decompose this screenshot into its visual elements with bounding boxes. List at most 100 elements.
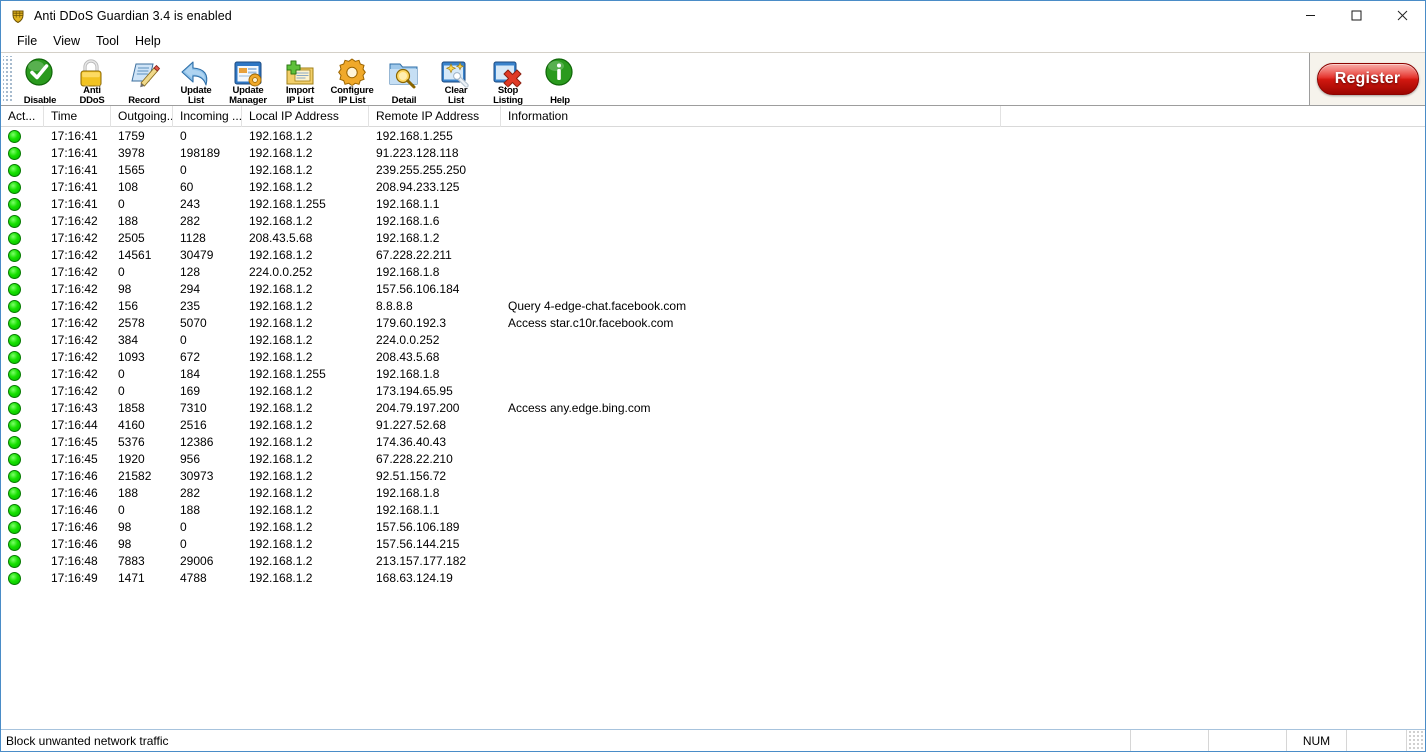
cell-time: 17:16:42	[51, 231, 98, 245]
cell-remote-ip: 91.227.52.68	[376, 418, 447, 432]
update-manager-button[interactable]: Update Manager	[222, 55, 274, 105]
table-row[interactable]: 17:16:41 1759 0 192.168.1.2 192.168.1.255	[1, 128, 1425, 145]
active-status-icon	[8, 164, 21, 177]
status-message: Block unwanted network traffic	[1, 730, 1131, 751]
cell-outgoing: 188	[118, 486, 139, 500]
table-row[interactable]: 17:16:41 108 60 192.168.1.2 208.94.233.125	[1, 179, 1425, 196]
green-info-circle-icon	[543, 57, 577, 91]
menu-item-file[interactable]: File	[9, 32, 45, 50]
column-header-incoming[interactable]: Incoming ...	[173, 106, 242, 127]
table-row[interactable]: 17:16:41 1565 0 192.168.1.2 239.255.255.250	[1, 162, 1425, 179]
detail-button[interactable]: Detail	[378, 55, 430, 105]
table-row[interactable]: 17:16:42 0 169 192.168.1.2 173.194.65.95	[1, 383, 1425, 400]
cell-incoming: 0	[180, 163, 187, 177]
menu-item-help[interactable]: Help	[127, 32, 169, 50]
resize-grip[interactable]	[1407, 730, 1425, 751]
cell-local-ip: 192.168.1.2	[249, 146, 313, 160]
cell-outgoing: 98	[118, 537, 132, 551]
table-row[interactable]: 17:16:41 0 243 192.168.1.255 192.168.1.1	[1, 196, 1425, 213]
cell-remote-ip: 213.157.177.182	[376, 554, 467, 568]
cell-remote-ip: 192.168.1.255	[376, 129, 453, 143]
cell-local-ip: 192.168.1.2	[249, 469, 313, 483]
table-row[interactable]: 17:16:42 2505 1128 208.43.5.68 192.168.1.2	[1, 230, 1425, 247]
toolbar-grip-handle[interactable]	[3, 56, 12, 102]
status-badge	[1, 283, 44, 296]
table-row[interactable]: 17:16:46 188 282 192.168.1.2 192.168.1.8	[1, 485, 1425, 502]
column-header-remote-ip[interactable]: Remote IP Address	[369, 106, 501, 127]
active-status-icon	[8, 181, 21, 194]
shield-icon	[10, 8, 26, 24]
active-status-icon	[8, 436, 21, 449]
menu-item-view[interactable]: View	[45, 32, 88, 50]
table-row[interactable]: 17:16:42 2578 5070 192.168.1.2 179.60.192.3 A…	[1, 315, 1425, 332]
table-row[interactable]: 17:16:42 156 235 192.168.1.2 8.8.8.8 Query 4-…	[1, 298, 1425, 315]
cell-remote-ip: 192.168.1.1	[376, 503, 440, 517]
active-status-icon	[8, 198, 21, 211]
cell-outgoing: 7883	[118, 554, 145, 568]
cell-local-ip: 192.168.1.2	[249, 401, 313, 415]
disable-button[interactable]: Disable	[14, 55, 66, 105]
column-header-act[interactable]: Act...	[1, 106, 44, 127]
table-row[interactable]: 17:16:45 1920 956 192.168.1.2 67.228.22.210	[1, 451, 1425, 468]
import-ip-list-button[interactable]: Import IP List	[274, 55, 326, 105]
table-row[interactable]: 17:16:42 14561 30479 192.168.1.2 67.228.22.2…	[1, 247, 1425, 264]
status-badge	[1, 198, 44, 211]
active-status-icon	[8, 334, 21, 347]
table-row[interactable]: 17:16:46 98 0 192.168.1.2 157.56.144.215	[1, 536, 1425, 553]
menu-item-tool[interactable]: Tool	[88, 32, 127, 50]
cell-local-ip: 192.168.1.2	[249, 452, 313, 466]
cell-outgoing: 156	[118, 299, 139, 313]
cell-time: 17:16:49	[51, 571, 98, 585]
close-button[interactable]	[1379, 1, 1425, 30]
status-badge	[1, 504, 44, 517]
column-header-time[interactable]: Time	[44, 106, 111, 127]
cell-outgoing: 0	[118, 384, 125, 398]
active-status-icon	[8, 368, 21, 381]
cell-outgoing: 384	[118, 333, 139, 347]
cell-incoming: 1128	[180, 231, 206, 245]
table-row[interactable]: 17:16:42 0 128 224.0.0.252 192.168.1.8	[1, 264, 1425, 281]
table-row[interactable]: 17:16:44 4160 2516 192.168.1.2 91.227.52.68	[1, 417, 1425, 434]
status-badge	[1, 164, 44, 177]
cell-time: 17:16:41	[51, 197, 98, 211]
cell-time: 17:16:46	[51, 503, 98, 517]
minimize-button[interactable]	[1287, 1, 1333, 30]
table-row[interactable]: 17:16:46 98 0 192.168.1.2 157.56.106.189	[1, 519, 1425, 536]
help-button[interactable]: Help	[534, 55, 586, 105]
clear-list-button[interactable]: Clear List	[430, 55, 482, 105]
anti-ddos-button[interactable]: Anti DDoS	[66, 55, 118, 105]
table-row[interactable]: 17:16:45 5376 12386 192.168.1.2 174.36.40.43	[1, 434, 1425, 451]
maximize-button[interactable]	[1333, 1, 1379, 30]
table-row[interactable]: 17:16:42 0 184 192.168.1.255 192.168.1.8	[1, 366, 1425, 383]
stop-listing-button[interactable]: Stop Listing	[482, 55, 534, 105]
table-row[interactable]: 17:16:42 384 0 192.168.1.2 224.0.0.252	[1, 332, 1425, 349]
table-row[interactable]: 17:16:48 7883 29006 192.168.1.2 213.157.177.…	[1, 553, 1425, 570]
table-row[interactable]: 17:16:42 1093 672 192.168.1.2 208.43.5.68	[1, 349, 1425, 366]
status-badge	[1, 147, 44, 160]
orange-gear-icon	[335, 57, 369, 91]
active-status-icon	[8, 130, 21, 143]
register-button[interactable]: Register	[1316, 63, 1419, 95]
table-row[interactable]: 17:16:49 1471 4788 192.168.1.2 168.63.124.19	[1, 570, 1425, 587]
update-list-button[interactable]: Update List	[170, 55, 222, 105]
table-row[interactable]: 17:16:43 1858 7310 192.168.1.2 204.79.197.20…	[1, 400, 1425, 417]
cell-incoming: 4788	[180, 571, 207, 585]
cell-local-ip: 192.168.1.2	[249, 333, 313, 347]
table-row[interactable]: 17:16:42 98 294 192.168.1.2 157.56.106.184	[1, 281, 1425, 298]
table-row[interactable]: 17:16:42 188 282 192.168.1.2 192.168.1.6	[1, 213, 1425, 230]
record-button-label: Record	[128, 94, 160, 106]
configure-ip-list-button[interactable]: Configure IP List	[326, 55, 378, 105]
record-button[interactable]: Record	[118, 55, 170, 105]
table-row[interactable]: 17:16:41 3978 198189 192.168.1.2 91.223.128.…	[1, 145, 1425, 162]
cell-local-ip: 192.168.1.2	[249, 554, 313, 568]
column-header-outgoing[interactable]: Outgoing...	[111, 106, 173, 127]
column-header-information[interactable]: Information	[501, 106, 1001, 127]
disable-button-label: Disable	[23, 94, 57, 106]
table-row[interactable]: 17:16:46 21582 30973 192.168.1.2 92.51.156.7…	[1, 468, 1425, 485]
cell-outgoing: 1565	[118, 163, 145, 177]
cell-local-ip: 192.168.1.2	[249, 486, 313, 500]
cell-local-ip: 192.168.1.2	[249, 163, 313, 177]
table-row[interactable]: 17:16:46 0 188 192.168.1.2 192.168.1.1	[1, 502, 1425, 519]
column-header-local-ip[interactable]: Local IP Address	[242, 106, 369, 127]
active-status-icon	[8, 249, 21, 262]
